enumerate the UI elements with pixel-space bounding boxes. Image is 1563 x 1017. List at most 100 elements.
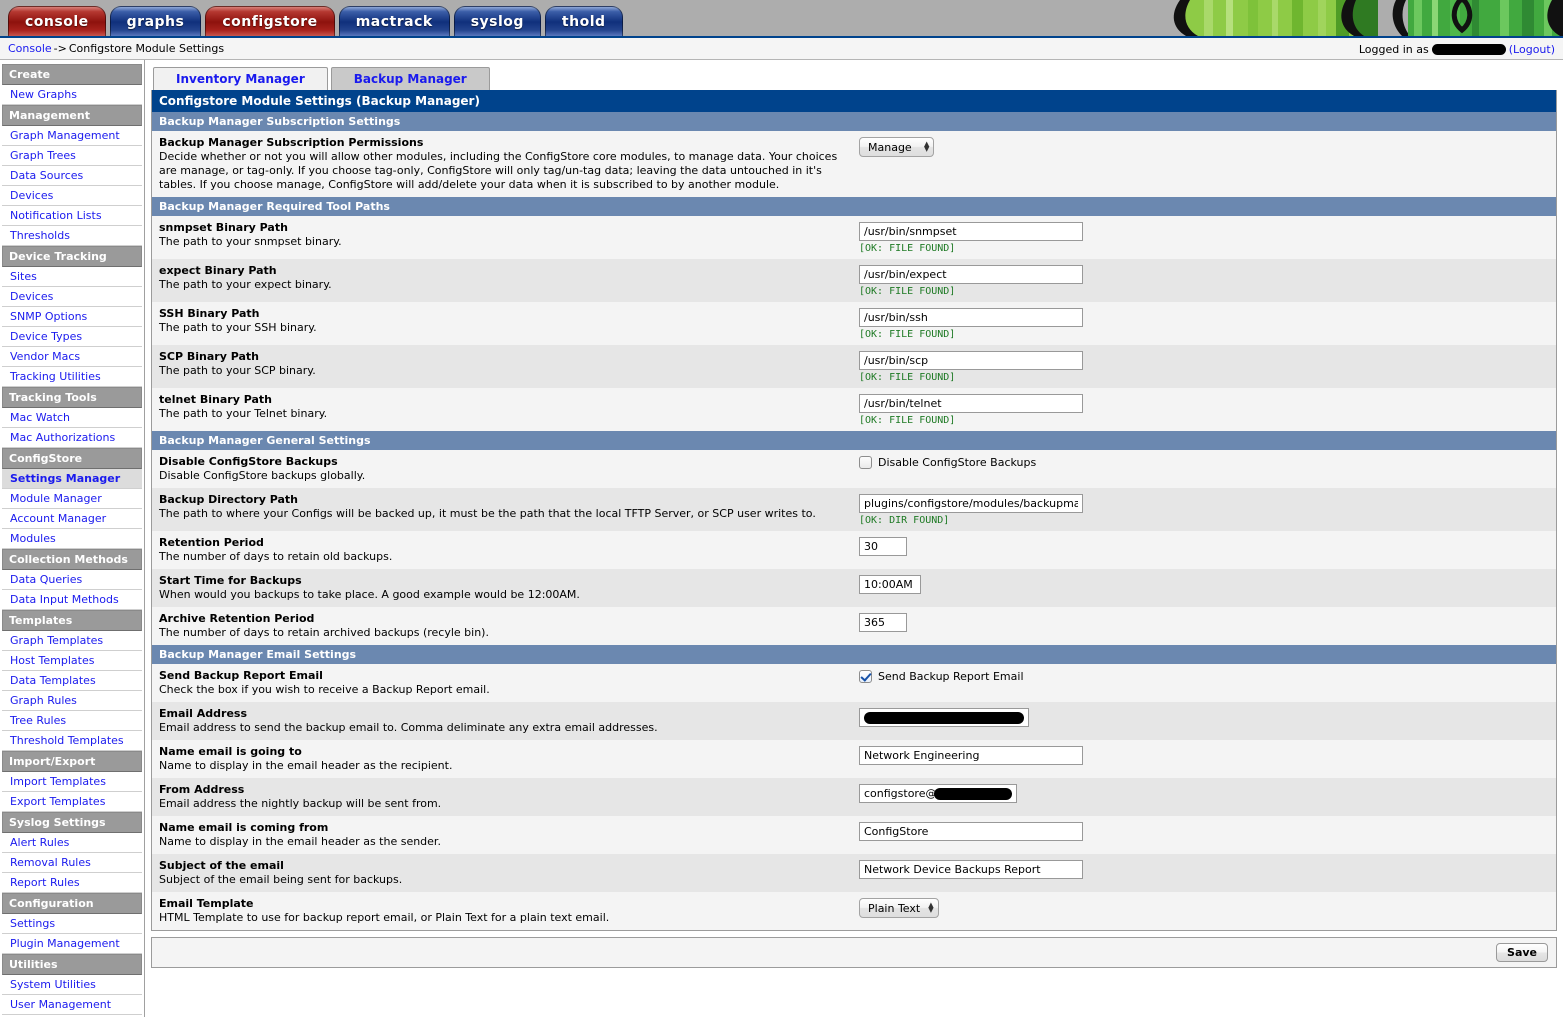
sidebar-item-graph-templates[interactable]: Graph Templates: [2, 631, 142, 651]
sidebar-item-devices[interactable]: Devices: [2, 186, 142, 206]
settings-sections: Backup Manager Subscription Settings Back…: [152, 112, 1556, 930]
input-snmpset-binary-path[interactable]: [859, 222, 1083, 241]
checkbox-disable-configstore-backups[interactable]: Disable ConfigStore Backups: [859, 456, 1549, 469]
setting-label-group: Name email is coming from Name to display…: [159, 821, 859, 849]
input-name-email-is-going-to[interactable]: [859, 746, 1083, 765]
sidebar-item-tree-rules[interactable]: Tree Rules: [2, 711, 142, 731]
save-button[interactable]: Save: [1496, 943, 1548, 962]
sidebar-item-report-rules[interactable]: Report Rules: [2, 873, 142, 893]
nav-tab-configstore[interactable]: configstore: [205, 6, 335, 36]
logged-in-label: Logged in as: [1358, 42, 1429, 56]
select-backup-manager-subscription-permissions[interactable]: Manage ▲ ▼: [859, 137, 935, 157]
checkbox-send-backup-report-email[interactable]: Send Backup Report Email: [859, 670, 1549, 683]
input-retention-period[interactable]: [859, 537, 907, 556]
sidebar-item-graph-rules[interactable]: Graph Rules: [2, 691, 142, 711]
setting-control: Plain Text ▲ ▼: [859, 897, 1549, 918]
sidebar-item-data-sources[interactable]: Data Sources: [2, 166, 142, 186]
sidebar-item-notification-lists[interactable]: Notification Lists: [2, 206, 142, 226]
input-from-address[interactable]: configstore@: [859, 784, 1018, 803]
setting-description: The path to your expect binary.: [159, 278, 332, 291]
input-expect-binary-path[interactable]: [859, 265, 1083, 284]
setting-title: Email Template: [159, 897, 254, 910]
sidebar-item-threshold-templates[interactable]: Threshold Templates: [2, 731, 142, 751]
nav-tab-graphs[interactable]: graphs: [109, 6, 202, 36]
sidebar-item-module-manager[interactable]: Module Manager: [2, 489, 142, 509]
sidebar-item-removal-rules[interactable]: Removal Rules: [2, 853, 142, 873]
setting-description: The path to your snmpset binary.: [159, 235, 342, 248]
sidebar-item-account-manager[interactable]: Account Manager: [2, 509, 142, 529]
sidebar-item-system-utilities[interactable]: System Utilities: [2, 975, 142, 995]
setting-title: Subject of the email: [159, 859, 284, 872]
sidebar-item-settings-manager[interactable]: Settings Manager: [2, 469, 142, 489]
sidebar-group-header: Syslog Settings: [2, 812, 142, 833]
sidebar-item-import-templates[interactable]: Import Templates: [2, 772, 142, 792]
sidebar-item-thresholds[interactable]: Thresholds: [2, 226, 142, 246]
section-heading: Backup Manager General Settings: [152, 431, 1556, 450]
sidebar-item-vendor-macs[interactable]: Vendor Macs: [2, 347, 142, 367]
input-email-address[interactable]: [859, 708, 1029, 727]
breadcrumb-current-page: Configstore Module Settings: [68, 42, 225, 55]
section-heading: Backup Manager Required Tool Paths: [152, 197, 1556, 216]
input-name-email-is-coming-from[interactable]: [859, 822, 1083, 841]
setting-description: Name to display in the email header as t…: [159, 835, 441, 848]
input-archive-retention-period[interactable]: [859, 613, 907, 632]
sidebar-item-export-templates[interactable]: Export Templates: [2, 792, 142, 812]
setting-label-group: Email Template HTML Template to use for b…: [159, 897, 859, 925]
save-bar: Save: [151, 937, 1557, 968]
input-subject-of-the-email[interactable]: [859, 860, 1083, 879]
nav-tab-mactrack[interactable]: mactrack: [338, 6, 450, 36]
input-backup-directory-path[interactable]: [859, 494, 1083, 513]
sidebar-item-plugin-management[interactable]: Plugin Management: [2, 934, 142, 954]
sidebar-group-header: Device Tracking: [2, 246, 142, 267]
nav-tab-syslog[interactable]: syslog: [453, 6, 541, 36]
setting-row: Start Time for Backups When would you bac…: [152, 569, 1556, 607]
sidebar-item-settings[interactable]: Settings: [2, 914, 142, 934]
sidebar-item-tracking-utilities[interactable]: Tracking Utilities: [2, 367, 142, 387]
sidebar-item-graph-management[interactable]: Graph Management: [2, 126, 142, 146]
breadcrumb-console-link[interactable]: Console: [8, 42, 52, 55]
sidebar-item-snmp-options[interactable]: SNMP Options: [2, 307, 142, 327]
sidebar-item-devices[interactable]: Devices: [2, 287, 142, 307]
setting-control: [859, 707, 1549, 727]
page-body: Create New Graphs Management Graph Manageme…: [0, 60, 1563, 1017]
setting-row: Email Address Email address to send the b…: [152, 702, 1556, 740]
sidebar-item-host-templates[interactable]: Host Templates: [2, 651, 142, 671]
checkbox-box-icon[interactable]: [859, 670, 872, 683]
sidebar-item-data-input-methods[interactable]: Data Input Methods: [2, 590, 142, 610]
sidebar-item-mac-watch[interactable]: Mac Watch: [2, 408, 142, 428]
setting-row: expect Binary Path The path to your expec…: [152, 259, 1556, 302]
setting-title: Email Address: [159, 707, 248, 720]
input-start-time-for-backups[interactable]: [859, 575, 921, 594]
sidebar-item-data-templates[interactable]: Data Templates: [2, 671, 142, 691]
tab-inventory-manager[interactable]: Inventory Manager: [153, 67, 328, 90]
setting-label-group: Archive Retention Period The number of da…: [159, 612, 859, 640]
sidebar-item-modules[interactable]: Modules: [2, 529, 142, 549]
sidebar-item-new-graphs[interactable]: New Graphs: [2, 85, 142, 105]
sidebar-item-device-types[interactable]: Device Types: [2, 327, 142, 347]
sidebar-item-graph-trees[interactable]: Graph Trees: [2, 146, 142, 166]
logout-link[interactable]: (Logout): [1509, 43, 1555, 56]
input-ssh-binary-path[interactable]: [859, 308, 1083, 327]
select-email-template[interactable]: Plain Text ▲ ▼: [859, 898, 939, 918]
setting-description: HTML Template to use for backup report e…: [159, 911, 610, 924]
sidebar-item-user-management[interactable]: User Management: [2, 995, 142, 1015]
setting-control: [859, 821, 1549, 841]
sidebar-item-sites[interactable]: Sites: [2, 267, 142, 287]
sidebar-item-alert-rules[interactable]: Alert Rules: [2, 833, 142, 853]
setting-title: SSH Binary Path: [159, 307, 260, 320]
setting-description: Email address to send the backup email t…: [159, 721, 658, 734]
status-scp-binary-path: [OK: FILE FOUND]: [859, 372, 956, 383]
sidebar-item-data-queries[interactable]: Data Queries: [2, 570, 142, 590]
checkbox-box-icon[interactable]: [859, 456, 872, 469]
nav-tab-console[interactable]: console: [8, 6, 106, 36]
tab-backup-manager[interactable]: Backup Manager: [330, 67, 490, 90]
sidebar-item-mac-authorizations[interactable]: Mac Authorizations: [2, 428, 142, 448]
setting-description: Email address the nightly backup will be…: [159, 797, 442, 810]
setting-control: Manage ▲ ▼: [859, 136, 1549, 157]
setting-title: SCP Binary Path: [159, 350, 259, 363]
nav-tab-thold[interactable]: thold: [544, 6, 623, 36]
input-scp-binary-path[interactable]: [859, 351, 1083, 370]
input-telnet-binary-path[interactable]: [859, 394, 1083, 413]
setting-control: [859, 745, 1549, 765]
setting-label-group: snmpset Binary Path The path to your snmp…: [159, 221, 859, 249]
